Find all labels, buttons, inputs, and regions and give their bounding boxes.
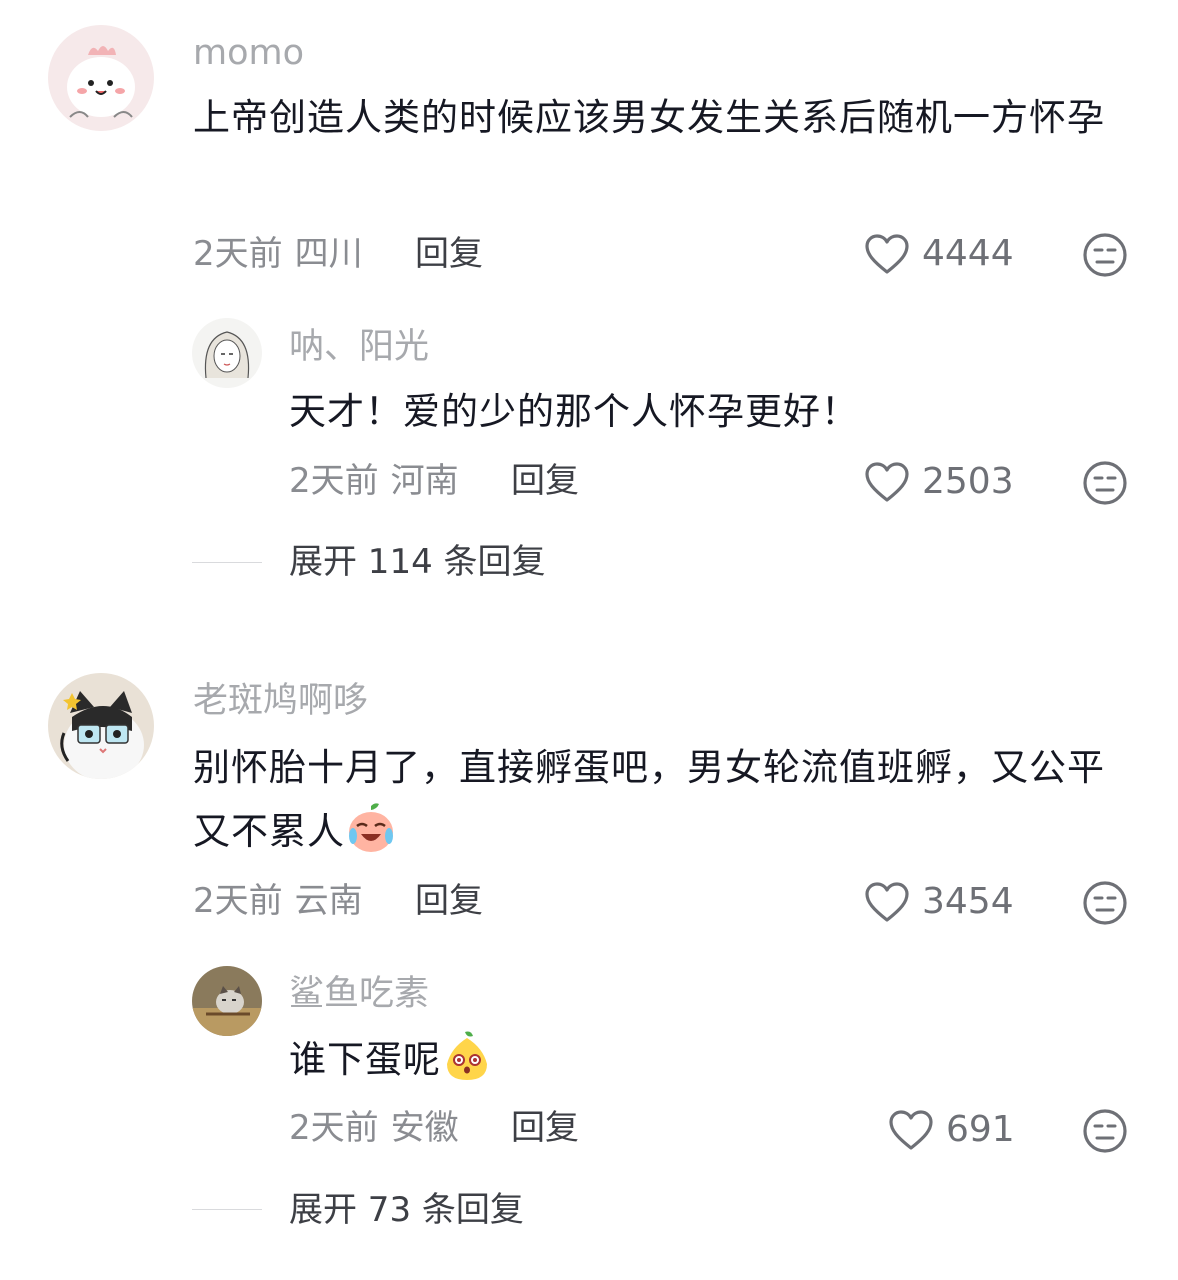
comment-username[interactable]: 老斑鸠啊哆 (193, 684, 368, 719)
meh-face-icon (1083, 881, 1127, 925)
like-count: 691 (946, 1109, 1015, 1150)
crying-laughing-peach-emoji (349, 803, 393, 852)
heart-outline-icon (865, 462, 909, 502)
comment-time: 2天前 (193, 881, 283, 921)
comment-meta: 2天前 云南 (193, 884, 363, 918)
avatar[interactable] (192, 966, 262, 1036)
like-button[interactable]: 4444 (864, 233, 1014, 275)
surprised-pear-emoji (447, 1031, 487, 1080)
comment-text: 别怀胎十月了，直接孵蛋吧，男女轮流值班孵，又公平又不累人 (193, 736, 1123, 864)
reply-location: 河南 (390, 461, 459, 501)
comment-location: 四川 (294, 234, 363, 274)
like-count: 2503 (922, 461, 1014, 502)
comment-username[interactable]: momo (193, 36, 304, 71)
reply-location: 安徽 (390, 1108, 459, 1148)
reply-button[interactable]: 回复 (511, 1111, 579, 1145)
like-count: 4444 (922, 233, 1014, 274)
expand-replies-button[interactable]: 展开 73 条回复 (289, 1193, 524, 1227)
reply-meta: 2天前 河南 (289, 464, 459, 498)
reply-text-body: 天才！爱的少的那个人怀孕更好！ (289, 390, 859, 433)
avatar[interactable] (192, 318, 262, 388)
dislike-button[interactable] (1082, 880, 1128, 926)
comment-text: 上帝创造人类的时候应该男女发生关系后随机一方怀孕 (193, 86, 1123, 150)
reply-time: 2天前 (289, 461, 379, 501)
like-button[interactable]: 2503 (864, 461, 1014, 503)
reply-button[interactable]: 回复 (511, 464, 579, 498)
meh-face-icon (1083, 233, 1127, 277)
dislike-button[interactable] (1082, 460, 1128, 506)
comment-time: 2天前 (193, 234, 283, 274)
reply-username[interactable]: 呐、阳光 (289, 330, 429, 365)
like-count: 3454 (922, 881, 1014, 922)
heart-outline-icon (889, 1110, 933, 1150)
comment-meta: 2天前 四川 (193, 237, 363, 271)
reply-text: 天才！爱的少的那个人怀孕更好！ (289, 380, 1119, 444)
avatar[interactable] (48, 673, 154, 779)
meh-face-icon (1083, 1109, 1127, 1153)
divider (192, 562, 262, 563)
dislike-button[interactable] (1082, 1108, 1128, 1154)
divider (192, 1209, 262, 1210)
heart-outline-icon (865, 234, 909, 274)
reply-text-body: 谁下蛋呢 (289, 1038, 441, 1081)
like-button[interactable]: 3454 (864, 881, 1014, 923)
like-button[interactable]: 691 (888, 1109, 1015, 1151)
reply-text: 谁下蛋呢 (289, 1028, 1119, 1092)
reply-button[interactable]: 回复 (415, 884, 483, 918)
dislike-button[interactable] (1082, 232, 1128, 278)
heart-outline-icon (865, 882, 909, 922)
meh-face-icon (1083, 461, 1127, 505)
comment-text-body: 别怀胎十月了，直接孵蛋吧，男女轮流值班孵，又公平又不累人 (193, 746, 1105, 853)
reply-button[interactable]: 回复 (415, 237, 483, 271)
reply-username[interactable]: 鲨鱼吃素 (289, 977, 429, 1012)
comment-text-body: 上帝创造人类的时候应该男女发生关系后随机一方怀孕 (193, 96, 1105, 139)
avatar[interactable] (48, 25, 154, 131)
reply-time: 2天前 (289, 1108, 379, 1148)
expand-replies-button[interactable]: 展开 114 条回复 (289, 545, 546, 579)
comment-location: 云南 (294, 881, 363, 921)
reply-meta: 2天前 安徽 (289, 1111, 459, 1145)
